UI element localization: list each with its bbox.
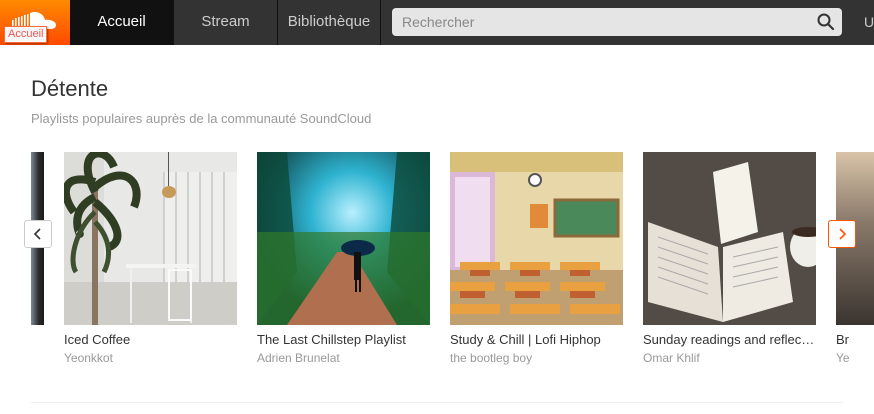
section-title: Détente: [31, 76, 109, 101]
playlist-card[interactable]: Sunday readings and reflections Omar Khl…: [643, 152, 816, 365]
playlist-username[interactable]: the bootleg boy: [450, 351, 623, 365]
playlist-title[interactable]: Iced Coffee: [64, 332, 237, 347]
playlist-artwork[interactable]: [643, 152, 816, 325]
carousel-previous-button[interactable]: [24, 220, 52, 248]
playlist-artwork[interactable]: [257, 152, 430, 325]
home-tooltip: Accueil: [4, 26, 48, 43]
upload-link[interactable]: U: [864, 0, 874, 44]
nav-tab-stream[interactable]: Stream: [174, 0, 278, 45]
playlist-title[interactable]: Study & Chill | Lofi Hiphop: [450, 332, 623, 347]
playlist-username[interactable]: Yeonkkot: [64, 351, 237, 365]
carousel-next-button[interactable]: [828, 220, 856, 248]
chevron-left-icon: [33, 228, 41, 240]
playlist-title[interactable]: Br: [836, 332, 874, 347]
playlist-card[interactable]: The Last Chillstep Playlist Adrien Brune…: [257, 152, 430, 365]
chevron-right-icon: [839, 228, 847, 240]
playlist-artwork[interactable]: [450, 152, 623, 325]
playlist-title[interactable]: The Last Chillstep Playlist: [257, 332, 430, 347]
playlist-card-partial[interactable]: Br Ye: [836, 152, 874, 365]
section-divider: [31, 402, 843, 403]
section-subtitle: Playlists populaires auprès de la commun…: [31, 111, 372, 126]
playlist-username[interactable]: Omar Khlif: [643, 351, 816, 365]
search-button[interactable]: [816, 12, 836, 32]
search-icon: [817, 13, 835, 31]
search-input[interactable]: [392, 8, 812, 36]
playlist-card[interactable]: Iced Coffee Yeonkkot: [64, 152, 237, 365]
nav-tab-home[interactable]: Accueil: [70, 0, 174, 45]
search-box: [392, 8, 842, 36]
playlist-artwork[interactable]: [64, 152, 237, 325]
top-navigation-bar: Accueil Accueil Stream Bibliothèque U: [0, 0, 874, 45]
playlist-username[interactable]: Adrien Brunelat: [257, 351, 430, 365]
nav-tab-library[interactable]: Bibliothèque: [278, 0, 381, 45]
soundcloud-logo[interactable]: Accueil: [0, 0, 70, 45]
playlist-title[interactable]: Sunday readings and reflections: [643, 332, 816, 347]
playlist-username[interactable]: Ye: [836, 351, 874, 365]
playlist-card[interactable]: Study & Chill | Lofi Hiphop the bootleg …: [450, 152, 623, 365]
